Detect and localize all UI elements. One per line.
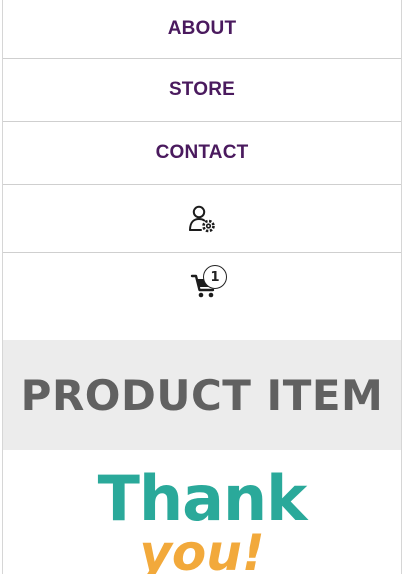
cart-count-badge: 1 [203,265,227,289]
nav-item-about[interactable]: ABOUT [3,0,401,59]
thank-you-line-1: Thank [97,462,308,535]
main-navigation: ABOUT STORE CONTACT [3,0,401,253]
nav-item-store[interactable]: STORE [3,59,401,122]
thank-you-graphic: Thank you! [3,450,401,574]
thank-you-line-2: you! [139,524,265,574]
mobile-menu-panel: ABOUT STORE CONTACT 1 PRODUCT ITEM Thank… [2,0,402,574]
nav-item-contact[interactable]: CONTACT [3,122,401,185]
nav-item-label: CONTACT [155,142,249,163]
cart-area: 1 [3,254,401,340]
page-title: PRODUCT ITEM [20,370,384,420]
nav-item-label: STORE [168,79,236,100]
page: ABOUT STORE CONTACT 1 PRODUCT ITEM Thank… [0,0,404,574]
user-settings-icon [188,204,216,234]
page-banner: PRODUCT ITEM [3,340,401,450]
account-button[interactable] [3,185,401,253]
nav-item-label: ABOUT [167,18,237,39]
